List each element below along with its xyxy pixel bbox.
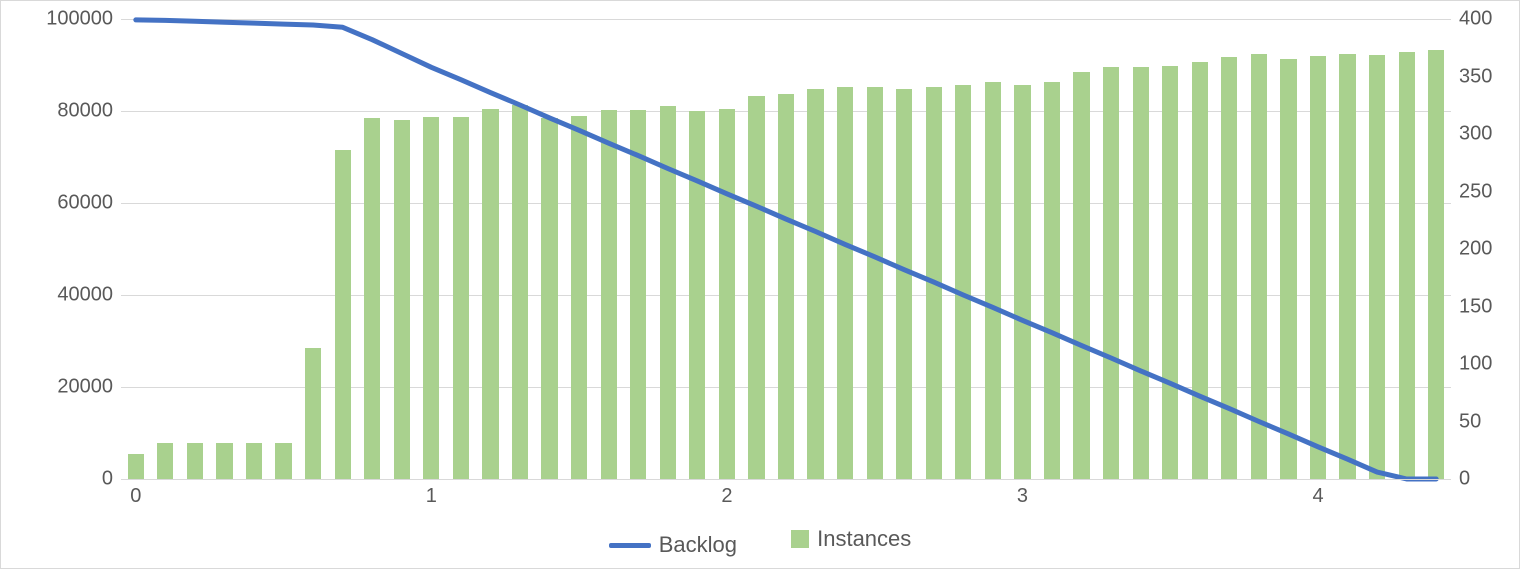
chart-container: 020000400006000080000100000 050100150200… <box>0 0 1520 569</box>
y-left-tick-label: 60000 <box>1 192 113 215</box>
x-axis <box>121 479 1451 480</box>
legend-backlog-label: Backlog <box>659 532 737 558</box>
y-right-tick-label: 100 <box>1459 353 1519 376</box>
legend-item-instances: Instances <box>791 526 911 552</box>
x-tick-label: 3 <box>1017 485 1028 508</box>
line-icon <box>609 543 651 548</box>
y-left-tick-label: 40000 <box>1 284 113 307</box>
y-right-tick-label: 200 <box>1459 238 1519 261</box>
y-left-tick-label: 80000 <box>1 100 113 123</box>
y-right-tick-label: 250 <box>1459 180 1519 203</box>
square-icon <box>791 530 809 548</box>
x-tick-label: 4 <box>1312 485 1323 508</box>
y-right-tick-label: 0 <box>1459 468 1519 491</box>
y-left-tick-label: 0 <box>1 468 113 491</box>
x-tick-label: 0 <box>130 485 141 508</box>
y-right-tick-label: 400 <box>1459 8 1519 31</box>
legend-item-backlog: Backlog <box>609 532 737 558</box>
y-right-tick-label: 300 <box>1459 123 1519 146</box>
legend-instances-label: Instances <box>817 526 911 552</box>
y-right-tick-label: 350 <box>1459 65 1519 88</box>
x-tick-label: 2 <box>721 485 732 508</box>
backlog-line <box>121 19 1451 479</box>
y-right-tick-label: 50 <box>1459 410 1519 433</box>
plot-area <box>121 19 1451 479</box>
y-left-axis-labels: 020000400006000080000100000 <box>1 19 113 479</box>
x-tick-label: 1 <box>426 485 437 508</box>
y-left-tick-label: 100000 <box>1 8 113 31</box>
y-left-tick-label: 20000 <box>1 376 113 399</box>
x-axis-labels: 0 1 2 3 4 <box>121 485 1451 513</box>
y-right-axis-labels: 050100150200250300350400 <box>1459 19 1519 479</box>
y-right-tick-label: 150 <box>1459 295 1519 318</box>
chart-legend: Backlog Instances <box>1 526 1519 559</box>
